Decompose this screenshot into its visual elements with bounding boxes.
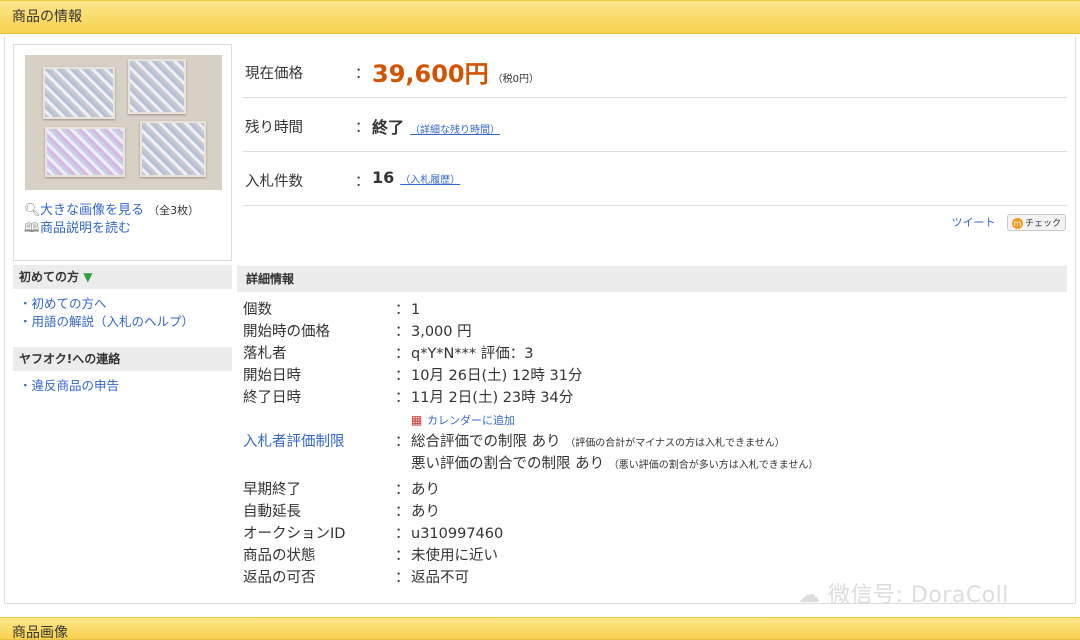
product-thumbnail[interactable]: [25, 55, 222, 190]
time-value: 終了: [372, 118, 405, 137]
colon: ：: [395, 346, 410, 362]
section-title: 商品画像: [12, 625, 68, 640]
share-bar: ツイート m チェック: [951, 214, 1066, 231]
colon: ：: [355, 66, 370, 82]
read-description-link[interactable]: 商品説明を読む: [40, 221, 131, 236]
contact-title: ヤフオク!への連絡: [13, 347, 232, 371]
card-image: [140, 121, 206, 177]
colon: ：: [395, 570, 410, 586]
calendar-link[interactable]: カレンダーに追加: [427, 414, 515, 427]
start-date-label: 開始日時: [243, 368, 301, 384]
check-label: チェック: [1024, 219, 1061, 229]
colon: ：: [395, 302, 410, 318]
colon: ：: [395, 482, 410, 498]
quantity-value: 1: [411, 302, 421, 318]
auto-extension-label: 自動延長: [243, 504, 301, 520]
book-icon: 🕮︎: [24, 221, 40, 236]
wechat-icon: ☁: [798, 583, 821, 608]
beginner-box: 初めての方 ▼ ・初めての方へ ・用語の解説（入札のヘルプ）: [13, 265, 232, 331]
returns-value: 返品不可: [411, 570, 469, 586]
check-m-icon: m: [1011, 218, 1023, 229]
end-date-value: 11月 2日(土) 23時 34分: [411, 390, 574, 406]
sidebar-link-glossary[interactable]: ・用語の解説（入札のヘルプ）: [13, 313, 232, 331]
colon: ：: [395, 434, 410, 450]
image-count: （全3枚）: [148, 204, 200, 217]
tax-note: （税0円）: [492, 74, 539, 85]
contact-box: ヤフオク!への連絡 ・違反商品の申告: [13, 347, 232, 395]
condition-label: 商品の状態: [243, 548, 316, 564]
current-price: 39,600円: [372, 60, 489, 88]
returns-label: 返品の可否: [243, 570, 316, 586]
end-date-label: 終了日時: [243, 390, 301, 406]
watermark-text: 微信号: DoraColl: [828, 583, 1009, 608]
colon: ：: [395, 548, 410, 564]
magnifier-icon: 🔍︎: [24, 203, 41, 218]
restriction-bad-ratio: 悪い評価の割合での制限 あり: [411, 456, 605, 472]
start-price-label: 開始時の価格: [243, 324, 330, 340]
time-row: 残り時間 ： 終了 （詳細な残り時間）: [243, 98, 1067, 152]
section-title: 商品の情報: [12, 9, 82, 25]
tweet-link[interactable]: ツイート: [951, 216, 995, 229]
quantity-label: 個数: [243, 302, 272, 318]
start-date-value: 10月 26日(土) 12時 31分: [411, 368, 583, 384]
colon: ：: [355, 120, 370, 136]
price-label: 現在価格: [245, 66, 303, 82]
colon: ：: [395, 368, 410, 384]
image-panel: 🔍︎大きな画像を見る （全3枚） 🕮︎商品説明を読む: [13, 44, 232, 261]
restriction-total-note: （評価の合計がマイナスの方は入札できません）: [565, 438, 785, 449]
beginner-mark-icon: ▼: [83, 270, 93, 284]
price-row: 現在価格 ： 39,600円 （税0円）: [243, 44, 1067, 98]
auction-id-value: u310997460: [411, 526, 504, 542]
restriction-label[interactable]: 入札者評価制限: [243, 432, 345, 452]
beginner-title: 初めての方: [19, 270, 80, 284]
auction-id-label: オークションID: [243, 526, 346, 542]
section-header-item-info: 商品の情報: [0, 0, 1080, 34]
card-image: [45, 127, 125, 177]
calendar-icon: ▦: [411, 413, 423, 427]
restriction-total: 総合評価での制限 あり: [411, 434, 561, 450]
bid-history-link[interactable]: （入札履歴）: [400, 175, 460, 186]
details-header: 詳細情報: [237, 266, 1067, 292]
section-header-item-images: 商品画像: [0, 617, 1080, 640]
summary-table: 現在価格 ： 39,600円 （税0円） 残り時間 ： 終了 （詳細な残り時間） 入…: [243, 44, 1067, 206]
card-image: [43, 67, 115, 119]
time-detail-link[interactable]: （詳細な残り時間）: [410, 125, 500, 136]
condition-value: 未使用に近い: [411, 548, 498, 564]
bids-row: 入札件数 ： 16 （入札履歴）: [243, 152, 1067, 206]
restriction-bad-ratio-note: （悪い評価の割合が多い方は入札できません）: [608, 460, 819, 471]
sidebar-link-beginner[interactable]: ・初めての方へ: [13, 295, 232, 313]
check-button[interactable]: m チェック: [1006, 214, 1066, 231]
winner-label: 落札者: [243, 346, 287, 362]
winner-value: q*Y*N*** 評価：3: [411, 346, 534, 362]
colon: ：: [355, 174, 370, 190]
colon: ：: [395, 504, 410, 520]
view-large-image-link[interactable]: 大きな画像を見る: [40, 203, 144, 218]
colon: ：: [395, 526, 410, 542]
early-end-value: あり: [411, 482, 440, 498]
calendar-add[interactable]: ▦ カレンダーに追加: [411, 410, 515, 431]
bids-value: 16: [372, 168, 395, 187]
card-image: [128, 59, 186, 114]
time-label: 残り時間: [245, 120, 303, 136]
colon: ：: [395, 390, 410, 406]
watermark: ☁ 微信号: DoraColl: [798, 577, 1009, 609]
bids-label: 入札件数: [245, 174, 303, 190]
sidebar-link-report[interactable]: ・違反商品の申告: [13, 377, 232, 395]
auto-extension-value: あり: [411, 504, 440, 520]
colon: ：: [395, 324, 410, 340]
start-price-value: 3,000 円: [411, 324, 472, 340]
early-end-label: 早期終了: [243, 482, 301, 498]
